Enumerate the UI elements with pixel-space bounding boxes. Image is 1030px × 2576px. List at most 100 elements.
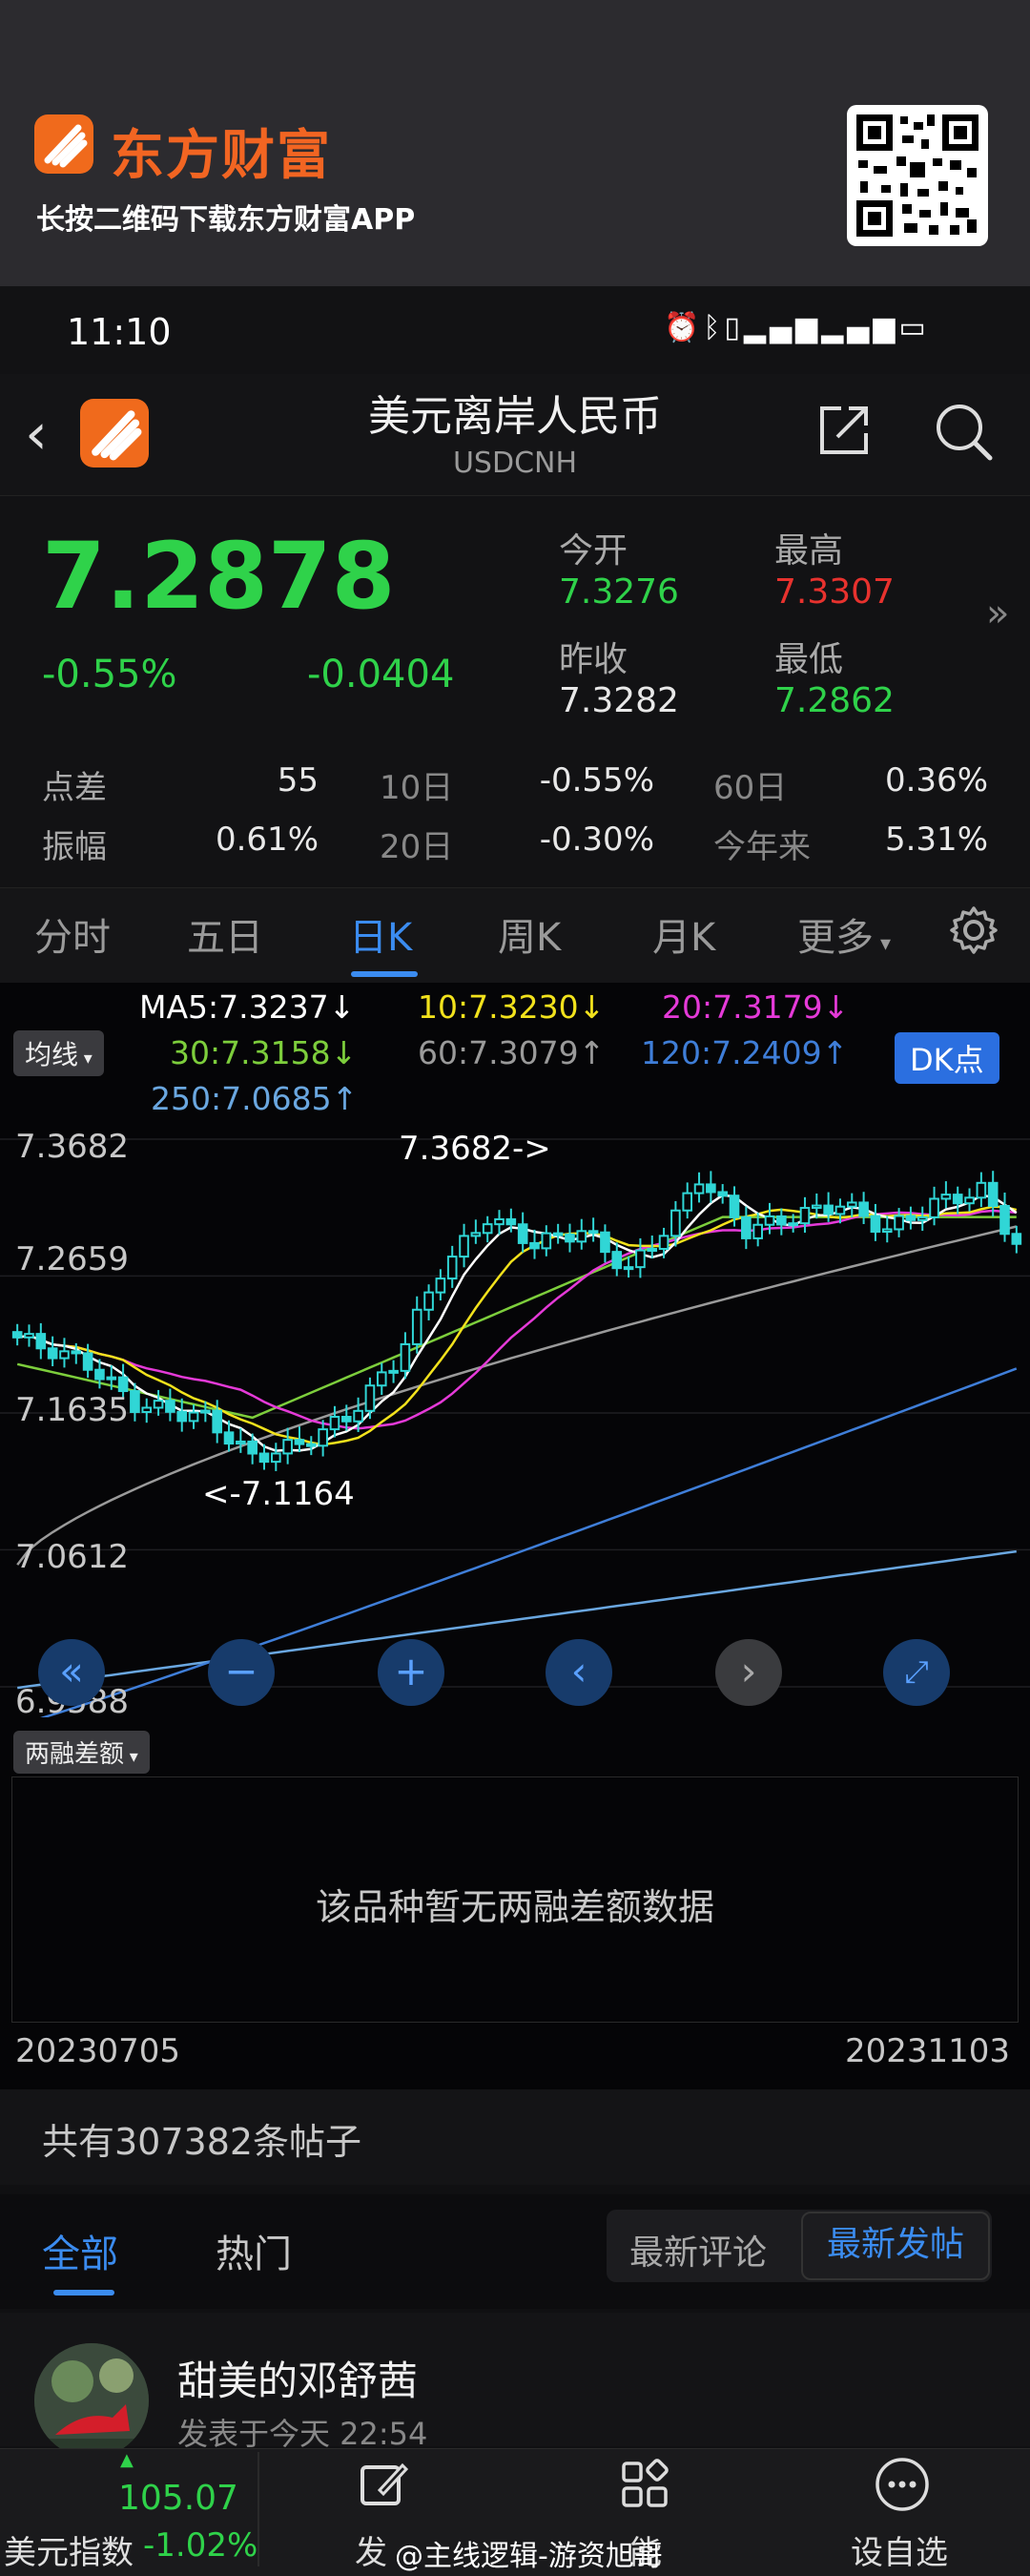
candle (482, 1215, 493, 1243)
candle (881, 1215, 893, 1243)
dk-point-button[interactable]: DK点 (895, 1032, 999, 1084)
watermark: @主线逻辑-游资旭哥 (395, 2540, 663, 2573)
qr-code-icon[interactable] (847, 105, 988, 246)
tab-more[interactable]: 更多 ▾ (797, 906, 891, 962)
bluetooth-icon: ᛒ (703, 311, 725, 344)
candle (587, 1217, 599, 1242)
add-watchlist-label[interactable]: 设自选 (851, 2526, 948, 2573)
scroll-left-icon[interactable]: ‹ (546, 1639, 612, 1706)
ma-selector[interactable]: 均线 ▾ (13, 1030, 104, 1076)
apps-icon[interactable] (618, 2458, 671, 2515)
candle (940, 1181, 952, 1209)
stat-value: 55 (277, 761, 319, 800)
candle (59, 1338, 70, 1368)
candle (153, 1389, 164, 1416)
scroll-right-icon[interactable]: › (715, 1639, 782, 1706)
candle (952, 1186, 963, 1215)
candlestick-chart[interactable] (0, 1124, 1030, 1717)
prev-close-label: 昨收 (559, 640, 628, 679)
promo-tagline: 长按二维码下载东方财富APP (36, 203, 416, 237)
candle (552, 1223, 564, 1244)
candle (541, 1225, 552, 1257)
active-tab-indicator (351, 971, 418, 977)
stat-label: 振幅 (42, 828, 107, 866)
index-value[interactable]: 105.07 (118, 2479, 238, 2518)
candle (236, 1427, 246, 1453)
candle (682, 1182, 693, 1219)
4g-signal-icon: ▂▄▆ (821, 311, 899, 344)
stat-value: 0.61% (215, 821, 319, 859)
candle (929, 1186, 939, 1226)
stat-label: 点差 (42, 769, 107, 807)
stat-value: 5.31% (884, 821, 988, 859)
triangle-up-icon: ▲ (120, 2450, 134, 2470)
sort-latest-comment[interactable]: 最新评论 (629, 2225, 767, 2275)
caret-down-icon: ▾ (78, 1049, 93, 1069)
ma60-label: 60:7.3079↑ (418, 1034, 606, 1071)
search-icon[interactable] (931, 399, 996, 464)
alarm-icon: ⏰ (664, 311, 704, 344)
stat-label: 今年来 (713, 828, 811, 866)
change-percent: -0.55% (42, 653, 177, 696)
vibrate-icon: ▯ (724, 311, 744, 344)
share-icon[interactable] (814, 401, 874, 460)
battery-icon: ▭ (898, 311, 930, 344)
ma60-line (16, 1225, 1018, 1566)
more-icon[interactable] (874, 2456, 931, 2517)
tab-daily-k[interactable]: 日K (349, 906, 412, 962)
tab-more-label: 更多 (797, 916, 874, 960)
candle (11, 1323, 23, 1346)
candle (529, 1229, 540, 1259)
index-name[interactable]: 美元指数 (4, 2526, 134, 2573)
ma250-label: 250:7.0685↑ (151, 1080, 359, 1117)
min-price-annotation: <-7.1164 (202, 1475, 355, 1513)
candle (635, 1237, 646, 1278)
tab-weekly-k[interactable]: 周K (498, 906, 561, 962)
candle (305, 1436, 317, 1456)
avatar[interactable] (34, 2343, 149, 2458)
stat-label: 10日 (380, 769, 454, 807)
settings-gear-icon[interactable] (948, 904, 999, 956)
fullscreen-icon[interactable]: ⤢ (883, 1639, 950, 1706)
candle (165, 1388, 175, 1422)
caret-down-icon: ▾ (874, 932, 892, 956)
edit-icon[interactable] (357, 2458, 410, 2515)
margin-selector[interactable]: 两融差额 ▾ (13, 1731, 150, 1774)
candle (717, 1184, 729, 1204)
post-author[interactable]: 甜美的邓舒茜 (177, 2349, 418, 2407)
expand-quote-icon[interactable]: » (986, 592, 1009, 635)
open-label: 今开 (559, 531, 628, 571)
ma-selector-label: 均线 (25, 1039, 79, 1070)
candle (459, 1223, 469, 1268)
stat-value: 0.36% (884, 761, 988, 800)
tab-hot-posts[interactable]: 热门 (216, 2223, 292, 2278)
y-tick: 7.2659 (15, 1240, 129, 1278)
post-count: 共有307382条帖子 (42, 2121, 362, 2163)
active-tab-indicator (53, 2290, 114, 2296)
sort-latest-post[interactable]: 最新发帖 (801, 2212, 990, 2280)
zoom-in-icon[interactable]: + (378, 1639, 444, 1706)
zoom-out-icon[interactable]: − (208, 1639, 275, 1706)
stat-label: 20日 (380, 828, 454, 866)
candle (611, 1242, 623, 1277)
tab-monthly-k[interactable]: 月K (652, 906, 715, 962)
candle (741, 1206, 752, 1250)
tab-minute[interactable]: 分时 (34, 906, 111, 962)
stat-label: 60日 (713, 769, 788, 807)
tab-all-posts[interactable]: 全部 (42, 2223, 118, 2278)
candle (976, 1172, 987, 1208)
change-amount: -0.0404 (307, 653, 455, 696)
tab-five-day[interactable]: 五日 (187, 906, 263, 962)
candle (388, 1360, 399, 1383)
candle (999, 1192, 1010, 1242)
candle (376, 1362, 387, 1396)
low-value: 7.2862 (774, 681, 895, 720)
ma30-label: 30:7.3158↓ (170, 1034, 358, 1071)
candle (141, 1398, 153, 1423)
list-item[interactable] (0, 2313, 1030, 2446)
5g-signal-icon: ▂▄▆ (743, 311, 822, 344)
candle (435, 1269, 446, 1301)
rewind-icon[interactable]: « (38, 1639, 105, 1706)
post-button-label[interactable]: 发 (355, 2526, 387, 2573)
candle (905, 1206, 917, 1230)
